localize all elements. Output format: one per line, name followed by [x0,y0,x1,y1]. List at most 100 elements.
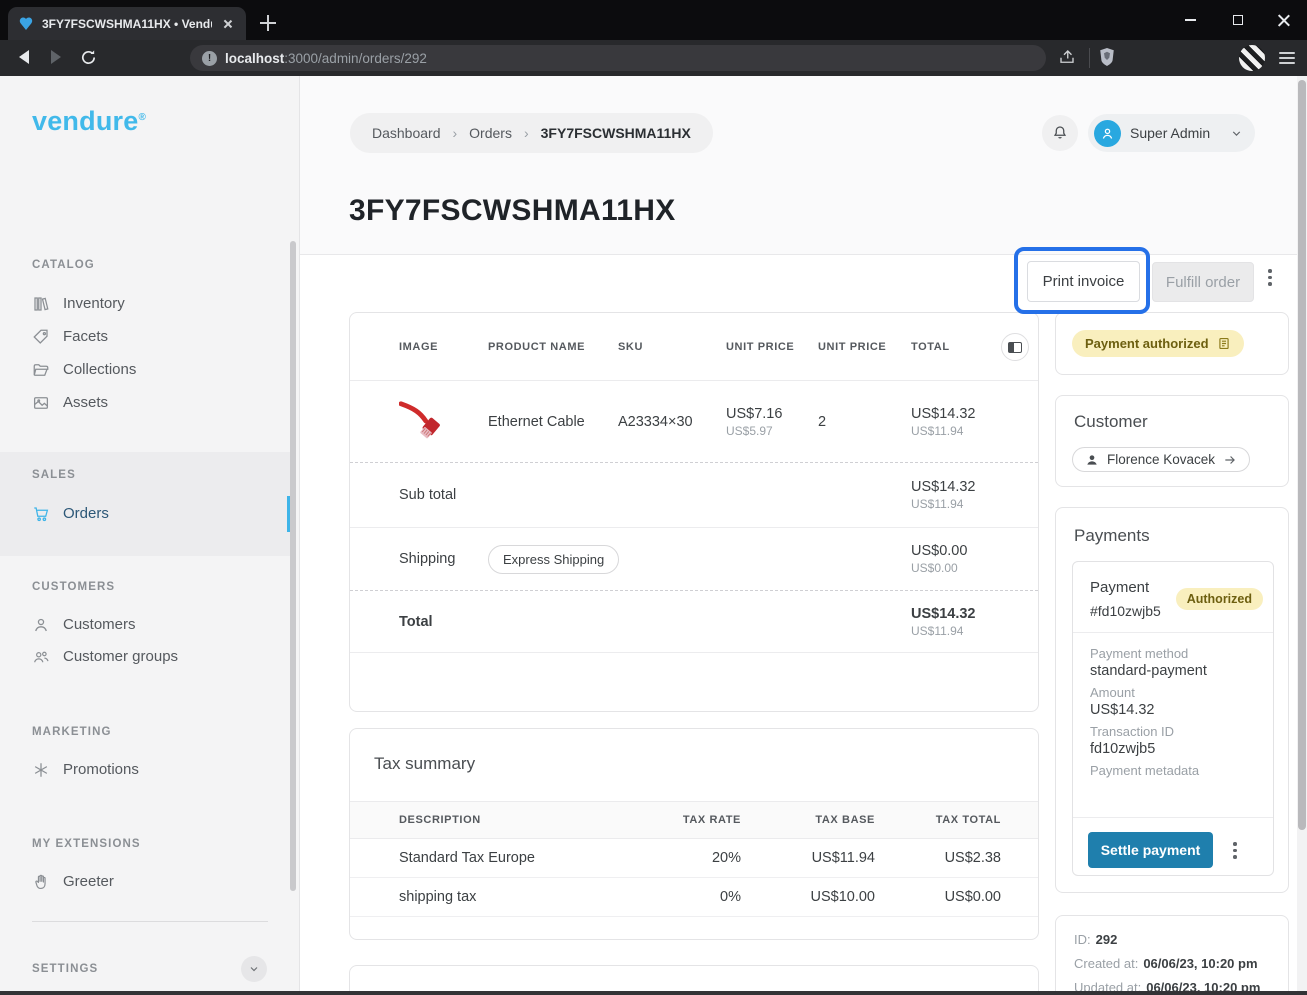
browser-profile-avatar[interactable] [1239,45,1265,71]
shipping-method-pill[interactable]: Express Shipping [488,545,619,574]
line-total-gross: US$14.32 [911,406,1038,422]
divider [1073,632,1273,633]
sidebar-item-orders[interactable]: Orders [0,497,290,530]
brave-shield-icon [1098,47,1116,67]
sidebar-item-label: Customers [63,616,136,633]
sidebar-group-settings[interactable]: SETTINGS [0,952,290,986]
column-header: SKU [618,341,726,353]
section-label-catalog: CATALOG [32,259,95,271]
product-name[interactable]: Ethernet Cable [488,414,618,430]
back-button[interactable] [13,46,35,68]
taskbar-edge [0,991,1307,995]
sidebar-scrollbar[interactable] [290,241,296,891]
user-name: Super Admin [1130,125,1210,141]
breadcrumb-orders[interactable]: Orders [469,125,512,141]
ethernet-cable-image [399,399,445,445]
payment-method-label: Payment method [1090,646,1207,661]
chevron-down-icon[interactable] [241,956,267,982]
cart-icon [32,505,50,523]
browser-menu-button[interactable] [1279,49,1297,67]
payment-actions-kebab-icon[interactable] [1233,842,1237,859]
print-invoice-button[interactable]: Print invoice [1027,261,1140,302]
window-minimize-button[interactable] [1167,0,1213,40]
total-row: Total US$14.32 US$11.94 [350,591,1038,653]
new-tab-button[interactable] [258,13,278,33]
image-icon [32,394,50,412]
amount-value: US$14.32 [1090,702,1155,718]
sidebar-item-assets[interactable]: Assets [0,386,290,419]
back-icon [19,50,29,64]
sidebar-item-customer-groups[interactable]: Customer groups [0,640,290,673]
brave-shields-button[interactable] [1096,46,1118,68]
tax-total: US$2.38 [875,850,1001,866]
person-icon [1085,453,1099,467]
sidebar-item-inventory[interactable]: Inventory [0,287,290,320]
breadcrumb-dashboard[interactable]: Dashboard [372,125,441,141]
fulfill-order-button[interactable]: Fulfill order [1152,262,1254,302]
total-gross: US$14.32 [911,606,1038,622]
url-path: :3000/admin/orders/292 [284,51,427,66]
sidebar-item-customers[interactable]: Customers [0,608,290,641]
sidebar-item-label: Promotions [63,761,139,778]
customer-link[interactable]: Florence Kovacek [1072,447,1250,472]
sidebar-item-promotions[interactable]: Promotions [0,753,290,786]
close-icon [1277,13,1291,27]
chevron-down-icon [1230,127,1243,140]
notifications-button[interactable] [1042,115,1078,151]
unit-price-gross: US$7.16 [726,406,818,422]
maximize-icon [1233,15,1243,25]
column-settings-button[interactable] [1001,333,1029,361]
window-close-button[interactable] [1261,0,1307,40]
tax-description: shipping tax [399,889,631,905]
share-button[interactable] [1056,46,1078,68]
sidebar-item-label: Customer groups [63,648,178,665]
column-header: TAX TOTAL [875,814,1001,826]
transaction-id-value: fd10zwjb5 [1090,741,1174,757]
customer-card-title: Customer [1074,412,1148,432]
line-quantity: 2 [818,414,911,430]
line-total-net: US$11.94 [911,424,1038,438]
vendure-favicon-icon [18,16,34,32]
amount-label: Amount [1090,685,1155,700]
payments-card: Payments Payment #fd10zwjb5 Authorized P… [1055,507,1289,893]
created-label: Created at: [1074,956,1138,971]
sidebar-item-collections[interactable]: Collections [0,353,290,386]
breadcrumb: Dashboard › Orders › 3FY7FSCWSHMA11HX [350,113,713,153]
reload-icon [80,49,97,66]
id-label: ID: [1074,932,1091,947]
order-lines-card: IMAGE PRODUCT NAME SKU UNIT PRICE UNIT P… [349,312,1039,712]
total-net: US$11.94 [911,624,1038,638]
reload-button[interactable] [77,46,99,68]
window-maximize-button[interactable] [1215,0,1261,40]
settle-payment-button[interactable]: Settle payment [1088,832,1213,868]
sidebar-item-facets[interactable]: Facets [0,320,290,353]
application-window: 3FY7FSCWSHMA11HX • Vendure ! localhost:3… [0,0,1307,995]
page-actions-kebab-icon[interactable] [1268,269,1272,286]
created-at-row: Created at: 06/06/23, 10:20 pm [1074,956,1288,971]
url-text: localhost:3000/admin/orders/292 [225,51,427,66]
page-scrollbar-thumb[interactable] [1298,80,1306,830]
column-header: DESCRIPTION [399,814,631,826]
sidebar-item-label: Greeter [63,873,114,890]
tax-row: Standard Tax Europe 20% US$11.94 US$2.38 [350,839,1038,878]
address-bar[interactable]: ! localhost:3000/admin/orders/292 [190,45,1046,71]
tab-close-icon[interactable] [220,16,236,32]
sidebar-item-label: Facets [63,328,108,345]
tab-title: 3FY7FSCWSHMA11HX • Vendure [42,17,212,31]
column-header: TAX BASE [741,814,875,826]
payment-id: #fd10zwjb5 [1090,603,1161,619]
section-label-marketing: MARKETING [32,726,112,738]
shipping-net: US$0.00 [911,561,1038,575]
sidebar-item-label: Orders [63,505,109,522]
toolbar-divider [1089,48,1090,68]
share-icon [1058,48,1076,66]
site-info-icon[interactable]: ! [202,51,217,66]
vendure-logo[interactable]: vendure® [32,106,146,137]
sidebar-item-greeter[interactable]: Greeter [0,865,290,898]
column-header: PRODUCT NAME [488,341,618,353]
user-menu[interactable]: Super Admin [1088,114,1255,152]
tax-description: Standard Tax Europe [399,850,631,866]
forward-button[interactable] [45,46,67,68]
columns-icon [1008,342,1022,353]
browser-tab[interactable]: 3FY7FSCWSHMA11HX • Vendure [8,7,246,40]
